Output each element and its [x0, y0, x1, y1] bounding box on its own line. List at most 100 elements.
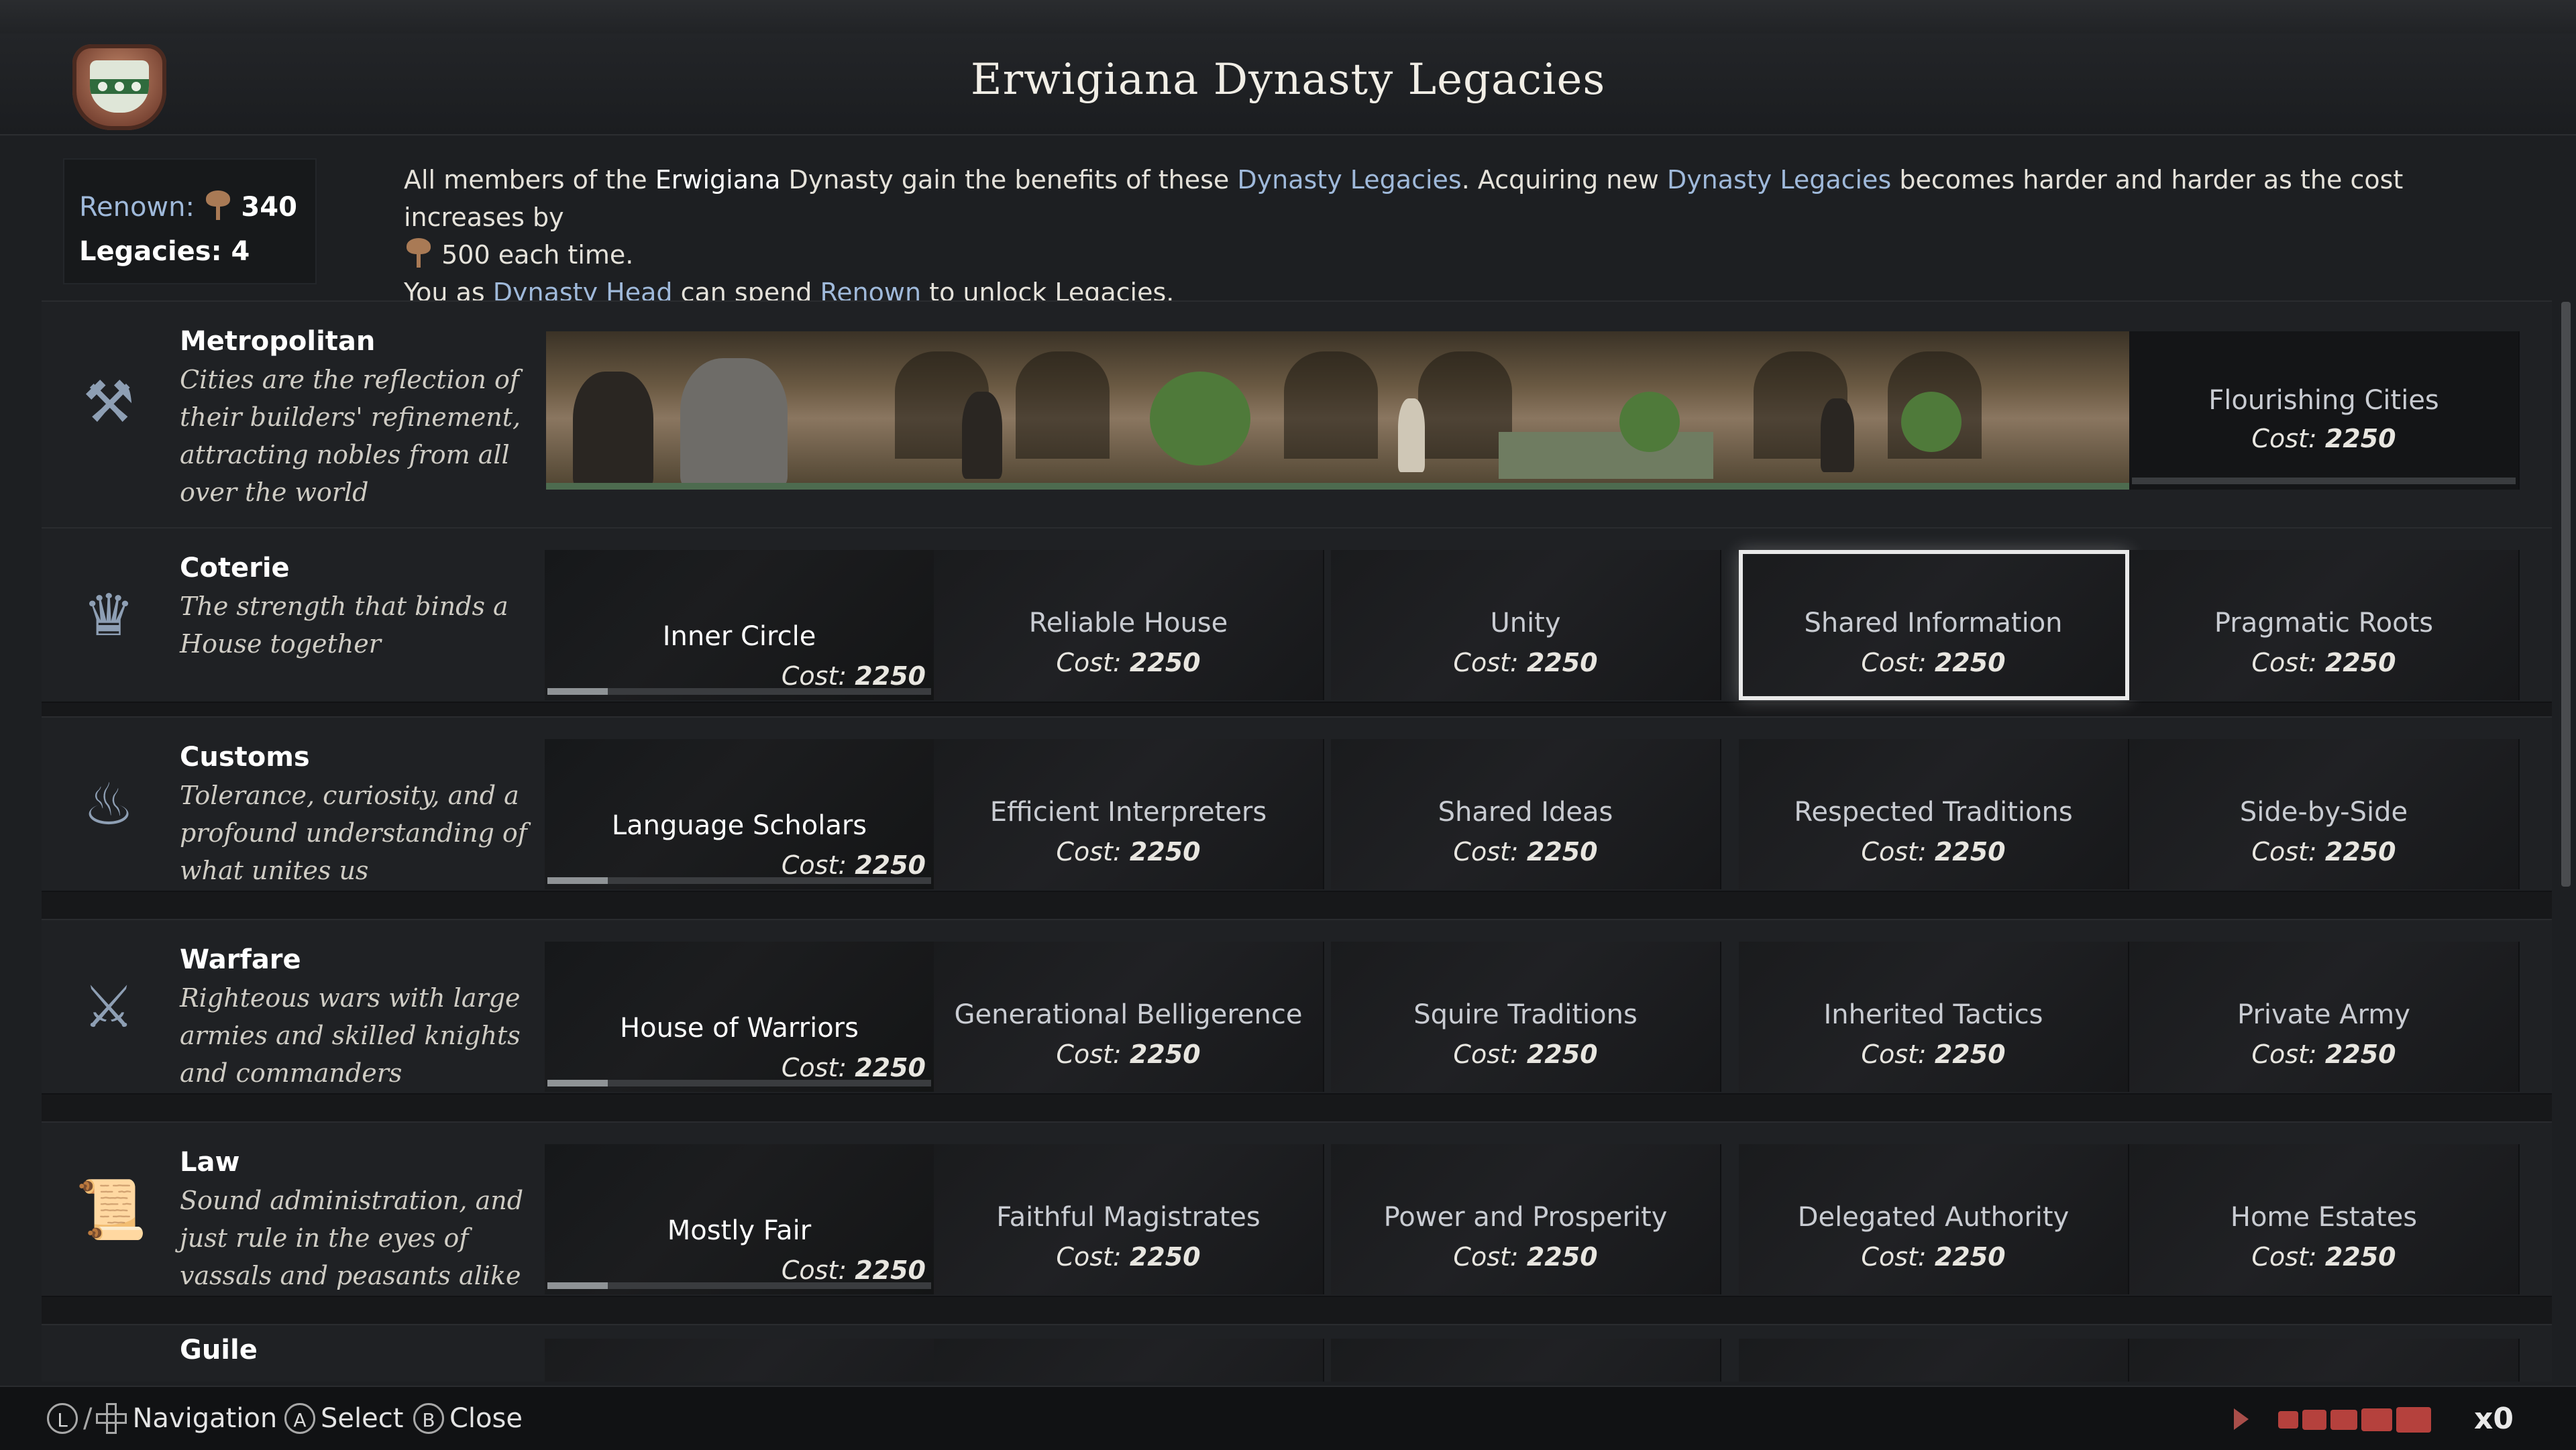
legacy-cost: Cost: 2250 — [1739, 1040, 2128, 1069]
desc-text: All members of the — [404, 165, 655, 194]
track-description: Tolerance, curiosity, and a profound und… — [180, 781, 527, 885]
cost-value: 2250 — [1526, 1242, 1598, 1272]
scrollbar-thumb[interactable] — [2561, 302, 2571, 887]
legacy-cost: Cost: 2250 — [1739, 1242, 2128, 1272]
legacy-name: Language Scholars — [611, 810, 867, 841]
cost-value: 2250 — [2324, 837, 2396, 867]
speed-pip — [2278, 1411, 2298, 1429]
speed-pip — [2302, 1410, 2326, 1430]
legacy-card[interactable]: Squire Traditions Cost: 2250 — [1331, 942, 1721, 1092]
renown-value: 340 — [241, 192, 297, 223]
legacy-cost: Cost: 2250 — [1739, 648, 2128, 677]
legacy-card[interactable] — [1331, 1339, 1721, 1382]
desc-text: Dynasty gain the benefits of these — [780, 165, 1238, 194]
legacy-card[interactable]: Pragmatic Roots Cost: 2250 — [2129, 550, 2520, 700]
legacy-card[interactable]: Efficient Interpreters Cost: 2250 — [934, 739, 1324, 889]
crowns-icon: ♛ — [83, 582, 135, 649]
legacy-name: Faithful Magistrates — [996, 1202, 1260, 1233]
cost-label: Cost: — [1861, 837, 1927, 867]
legacy-name: Inner Circle — [662, 621, 816, 652]
page-title: Erwigiana Dynasty Legacies — [970, 55, 1606, 105]
controls-bar: L / Navigation A Select B Close x0 — [0, 1386, 2576, 1450]
legacy-cost: Cost: 2250 — [934, 837, 1323, 867]
legacy-cost: Cost: 2250 — [1331, 837, 1720, 867]
crossed-swords-icon: ⚔ — [83, 974, 135, 1041]
dynasty-legacies-link[interactable]: Dynasty Legacies — [1667, 165, 1891, 194]
legacy-cost: Cost: 2250 — [1331, 1242, 1720, 1272]
legacy-card[interactable]: Side-by-Side Cost: 2250 — [2129, 739, 2520, 889]
play-icon — [2234, 1408, 2249, 1430]
legacy-card[interactable]: Generational Belligerence Cost: 2250 — [934, 942, 1324, 1092]
cost-value: 2250 — [1934, 1242, 2006, 1272]
cost-label: Cost: — [1056, 648, 1122, 677]
game-speed-value: x0 — [2474, 1402, 2514, 1436]
legacy-cost: Cost: 2250 — [2129, 1242, 2518, 1272]
legacy-cost: Cost: 2250 — [934, 1040, 1323, 1069]
cost-value: 2250 — [1934, 648, 2006, 677]
legacy-card[interactable]: House of Warriors Cost: 2250 — [545, 942, 935, 1092]
cost-value: 2250 — [1129, 648, 1201, 677]
legacy-card[interactable] — [934, 1339, 1324, 1382]
close-hint[interactable]: B Close — [413, 1402, 523, 1434]
legacy-card[interactable]: Respected Traditions Cost: 2250 — [1739, 739, 2129, 889]
legacy-card[interactable]: Delegated Authority Cost: 2250 — [1739, 1144, 2129, 1294]
legacy-cost: Cost: 2250 — [545, 1053, 934, 1082]
speed-pip — [2361, 1408, 2392, 1431]
cost-label: Cost: — [1861, 1040, 1927, 1069]
desc-text: . Acquiring new — [1461, 165, 1667, 194]
legacy-card[interactable]: Home Estates Cost: 2250 — [2129, 1144, 2520, 1294]
renown-icon — [404, 238, 433, 268]
track-row-law: 📜 Law Sound administration, and just rul… — [42, 1121, 2552, 1297]
legacy-card[interactable]: Language Scholars Cost: 2250 — [545, 739, 935, 889]
legacy-track-list[interactable]: ⚒ Metropolitan Cities are the reflection… — [42, 300, 2552, 1382]
legacy-card[interactable] — [2129, 1339, 2520, 1382]
cost-value: 2250 — [1934, 1040, 2006, 1069]
legacy-name: Efficient Interpreters — [989, 797, 1267, 828]
renown-line: Renown: 340 — [79, 190, 297, 223]
legacy-card[interactable]: Mostly Fair Cost: 2250 — [545, 1144, 935, 1294]
track-description: Righteous wars with large armies and ski… — [180, 983, 521, 1088]
legacy-card[interactable]: Inner Circle Cost: 2250 — [545, 550, 935, 700]
hammer-icon: ⚒ — [83, 369, 135, 436]
legacy-card[interactable]: Inherited Tactics Cost: 2250 — [1739, 942, 2129, 1092]
cost-value: 2250 — [2324, 648, 2396, 677]
legacy-card[interactable]: Faithful Magistrates Cost: 2250 — [934, 1144, 1324, 1294]
navigation-hint[interactable]: L / Navigation — [47, 1402, 277, 1434]
desc-text: 500 each time. — [441, 240, 634, 270]
legacy-card[interactable]: Unity Cost: 2250 — [1331, 550, 1721, 700]
cost-value: 2250 — [855, 1256, 926, 1285]
legacy-card[interactable]: Shared Ideas Cost: 2250 — [1331, 739, 1721, 889]
legacy-card[interactable]: Power and Prosperity Cost: 2250 — [1331, 1144, 1721, 1294]
track-row-customs: ♨ Customs Tolerance, curiosity, and a pr… — [42, 716, 2552, 892]
description: All members of the Erwigiana Dynasty gai… — [404, 161, 2416, 311]
cost-label: Cost: — [1453, 1242, 1519, 1272]
flame-icon: ♨ — [83, 771, 135, 838]
legacy-card[interactable] — [1739, 1339, 2129, 1382]
legacy-cost: Cost: 2250 — [2129, 837, 2518, 867]
legacy-name: Squire Traditions — [1413, 999, 1638, 1030]
track-description: The strength that binds a House together — [180, 592, 508, 659]
legacy-card[interactable]: Reliable House Cost: 2250 — [934, 550, 1324, 700]
cost-label: Cost: — [1453, 648, 1519, 677]
legacy-card[interactable] — [545, 1339, 935, 1382]
legacy-name: Delegated Authority — [1797, 1202, 2070, 1233]
dpad-icon — [96, 1403, 127, 1434]
legacy-card[interactable]: Private Army Cost: 2250 — [2129, 942, 2520, 1092]
legacy-name: Inherited Tactics — [1823, 999, 2043, 1030]
track-description: Sound administration, and just rule in t… — [180, 1186, 524, 1290]
dynasty-legacies-link[interactable]: Dynasty Legacies — [1237, 165, 1461, 194]
select-hint[interactable]: A Select — [284, 1402, 403, 1434]
legacy-cost: Cost: 2250 — [934, 648, 1323, 677]
legacy-card-selected[interactable]: Shared Information Cost: 2250 — [1739, 550, 2129, 700]
legacy-card[interactable]: Flourishing Cities Cost: 2250 — [2129, 331, 2520, 490]
cost-label: Cost: — [1056, 1242, 1122, 1272]
speed-pip — [2330, 1410, 2357, 1430]
cost-label: Cost: — [2251, 648, 2317, 677]
cost-value: 2250 — [1129, 1242, 1201, 1272]
cost-label: Cost: — [2251, 837, 2317, 867]
legacy-cost: Cost: 2250 — [1739, 837, 2128, 867]
left-stick-icon: L — [47, 1403, 78, 1434]
track-row-coterie: ♛ Coterie The strength that binds a Hous… — [42, 527, 2552, 703]
b-button-icon: B — [413, 1403, 444, 1434]
track-name: Customs — [180, 742, 310, 773]
